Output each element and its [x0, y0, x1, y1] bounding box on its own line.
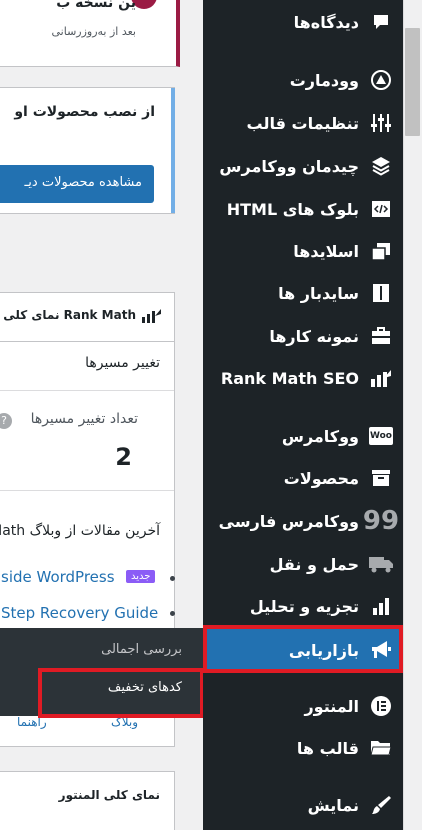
scrollbar-thumb[interactable]	[405, 28, 420, 136]
help-icon[interactable]: ?	[0, 413, 12, 429]
promo-accent-bar	[171, 88, 175, 213]
sidebar-item-sidebars[interactable]: سایدبار ها	[203, 273, 403, 313]
promo-card: از نصب محصولات او مشاهده محصولات دیـ	[0, 87, 175, 214]
blog-post-link[interactable]: side WordPress جدید	[1, 567, 161, 589]
sidebar-item-label: سایدبار ها	[278, 283, 359, 303]
list-bullet	[170, 576, 175, 581]
blog-post-link[interactable]: Step Recovery Guide	[1, 603, 161, 625]
post-title: Step Recovery Guide	[1, 604, 159, 622]
truck-icon	[359, 554, 403, 574]
rankmath-icon	[359, 369, 403, 387]
sidebar-item-label: بلوک های HTML	[226, 199, 359, 219]
highlight-marketing	[203, 625, 403, 673]
sidebar-item-html-blocks[interactable]: بلوک های HTML	[203, 189, 403, 229]
sidebar-item-elementor[interactable]: المنتور	[203, 686, 403, 726]
redirect-count-label: تعداد تغییر مسیرها	[30, 411, 138, 427]
sidebar-item-shipping[interactable]: حمل و نقل	[203, 544, 403, 584]
section-divider	[0, 390, 174, 391]
notice-subtitle: بعد از به‌روزرسانی	[51, 25, 136, 38]
post-title: side WordPress	[1, 568, 115, 586]
folder-icon	[359, 738, 403, 758]
sidebar-item-label: قالب ها	[296, 738, 359, 758]
rankmath-icon	[142, 309, 161, 323]
sidebar-item-woocommerce-layout[interactable]: چیدمان ووکامرس	[203, 146, 403, 186]
view-products-label: مشاهده محصولات دیـ	[24, 175, 143, 190]
woodmart-icon	[359, 69, 403, 91]
sidebar-item-label: نمونه کارها	[269, 326, 359, 346]
sidebar-item-label: دیدگاه‌ها	[293, 12, 359, 32]
sidebar-item-label: Rank Math SEO	[220, 368, 359, 388]
highlight-coupons	[38, 668, 204, 718]
sidebar-item-label: ووکامرس فارسی	[218, 511, 359, 531]
sidebar-item-label: المنتور	[304, 696, 359, 716]
submenu-item-overview[interactable]: بررسی اجمالی	[101, 642, 182, 657]
admin-sidebar: دیدگاه‌ها وودمارت تنظیمات قالب چیدمان وو…	[203, 0, 403, 830]
sidebar-item-label: تنظیمات قالب	[246, 113, 359, 133]
sidebar-item-persian-woocommerce[interactable]: 99 ووکامرس فارسی	[203, 501, 403, 541]
widget-header: Rank Math نمای کلی	[0, 293, 174, 342]
bar-chart-icon	[359, 595, 403, 617]
sidebar-item-woocommerce[interactable]: Woo ووکامرس	[203, 416, 403, 456]
sidebar-item-slides[interactable]: اسلایدها	[203, 231, 403, 271]
slides-icon	[359, 240, 403, 262]
archive-box-icon	[359, 467, 403, 489]
layers-icon	[359, 155, 403, 177]
sidebar-item-portfolio[interactable]: نمونه کارها	[203, 316, 403, 356]
promo-heading: از نصب محصولات او	[14, 104, 155, 120]
sidebar-icon	[359, 282, 403, 304]
sidebar-item-comments[interactable]: دیدگاه‌ها	[203, 2, 403, 42]
sidebar-item-label: تجزیه و تحلیل	[249, 596, 359, 616]
quote-icon: 99	[362, 506, 400, 536]
sidebar-item-woodmart[interactable]: وودمارت	[203, 60, 403, 100]
notice-title: ین نسخه ب	[56, 0, 136, 11]
update-notice: ین نسخه ب بعد از به‌روزرسانی	[0, 0, 180, 67]
briefcase-icon	[359, 325, 403, 347]
sidebar-item-label: چیدمان ووکامرس	[219, 156, 359, 176]
sidebar-item-label: حمل و نقل	[269, 554, 359, 574]
sidebar-item-label: ووکامرس	[281, 426, 359, 446]
new-badge: جدید	[126, 570, 156, 583]
section-divider	[0, 490, 174, 491]
sidebar-item-products[interactable]: محصولات	[203, 458, 403, 498]
comment-icon	[359, 12, 403, 32]
sliders-icon	[359, 112, 403, 134]
elementor-icon	[359, 695, 403, 717]
sidebar-item-rank-math[interactable]: Rank Math SEO	[203, 358, 403, 398]
code-block-icon	[359, 198, 403, 220]
sidebar-item-label: اسلایدها	[293, 241, 359, 261]
sidebar-item-label: محصولات	[283, 468, 359, 488]
list-bullet	[170, 611, 175, 616]
sidebar-item-appearance[interactable]: نمایش	[203, 785, 403, 825]
view-products-button[interactable]: مشاهده محصولات دیـ	[0, 165, 154, 203]
brush-icon	[359, 794, 403, 816]
widget-title: نمای کلی المنتور	[58, 788, 160, 802]
sidebar-item-label: نمایش	[307, 795, 359, 815]
sidebar-item-theme-settings[interactable]: تنظیمات قالب	[203, 103, 403, 143]
widget-title: Rank Math نمای کلی	[3, 308, 136, 322]
redirect-count-value: 2	[115, 443, 132, 471]
woo-icon: Woo	[359, 427, 403, 445]
sidebar-item-label: وودمارت	[289, 70, 359, 90]
redirections-heading: تغییر مسیرها	[85, 355, 160, 371]
latest-posts-heading: آخرین مقالات از وبلاگ Rank Math	[0, 523, 160, 539]
sidebar-item-analytics[interactable]: تجزیه و تحلیل	[203, 586, 403, 626]
sidebar-item-templates[interactable]: قالب ها	[203, 728, 403, 768]
elementor-overview-widget: نمای کلی المنتور	[0, 771, 175, 830]
